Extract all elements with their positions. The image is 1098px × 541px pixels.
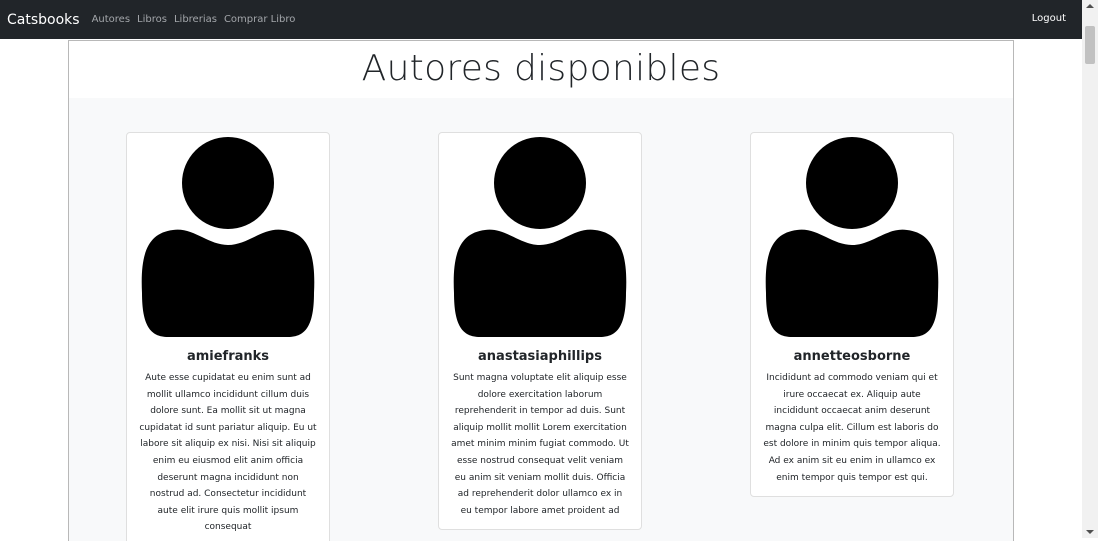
author-card: annetteosborne Incididunt ad commodo ven… [750,132,954,498]
logout-link[interactable]: Logout [1032,13,1066,24]
title-bar: Autores disponibles [69,41,1013,98]
page-title: Autores disponibles [361,48,721,89]
author-bio: Aute esse cupidatat eu enim sunt ad moll… [139,373,317,533]
nav-link-autores[interactable]: Autores [92,14,130,25]
scroll-down-icon[interactable] [1086,530,1094,534]
card-body: anastasiaphillips Sunt magna voluptate e… [439,349,641,529]
author-name: anastasiaphillips [478,349,602,364]
card-body: annetteosborne Incididunt ad commodo ven… [751,349,953,496]
author-name: amiefranks [186,349,270,364]
main-container: Autores disponibles amiefranks Aute esse… [68,40,1014,541]
nav-link-libros[interactable]: Libros [137,14,167,25]
author-bio: Incididunt ad commodo veniam qui et irur… [763,373,941,483]
user-avatar-icon [453,133,627,337]
author-card: amiefranks Aute esse cupidatat eu enim s… [126,132,330,541]
scroll-up-icon[interactable] [1086,4,1094,8]
brand-link[interactable]: Catsbooks [7,12,80,28]
author-name: annetteosborne [793,349,911,364]
author-card: anastasiaphillips Sunt magna voluptate e… [438,132,642,531]
card-body: amiefranks Aute esse cupidatat eu enim s… [127,349,329,541]
scroll-thumb[interactable] [1085,26,1095,64]
nav-link-comprar-libro[interactable]: Comprar Libro [224,14,295,25]
vertical-scrollbar[interactable] [1082,0,1098,538]
navbar: Catsbooks Autores Libros Librerias Compr… [0,0,1082,39]
author-bio: Sunt magna voluptate elit aliquip esse d… [451,373,629,516]
nav-link-librerias[interactable]: Librerias [174,14,217,25]
user-avatar-icon [765,133,939,337]
user-avatar-icon [141,133,315,337]
